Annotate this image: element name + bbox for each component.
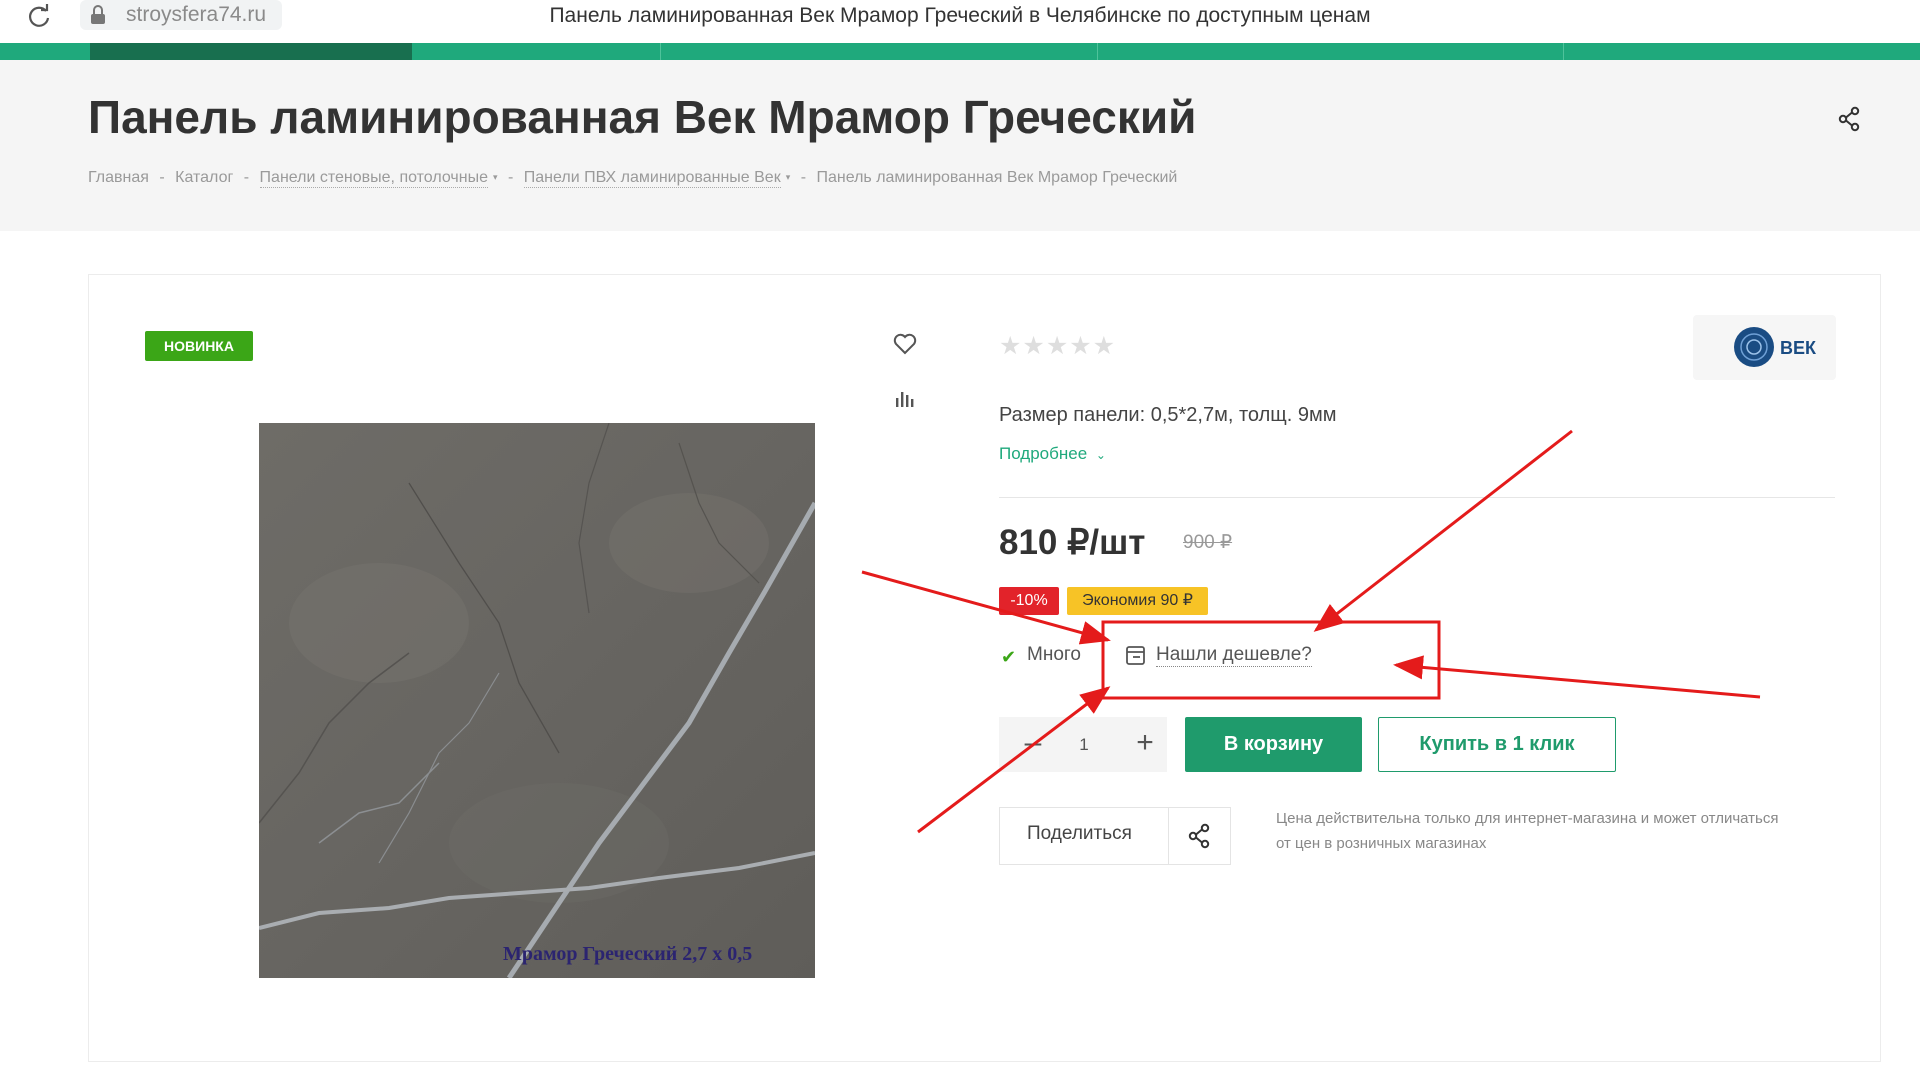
current-price: 810 ₽/шт [999, 523, 1146, 562]
add-to-cart-button[interactable]: В корзину [1185, 717, 1362, 772]
breadcrumb: Главная - Каталог - Панели стеновые, пот… [88, 169, 1177, 188]
divider [999, 497, 1835, 498]
share-label[interactable]: Поделиться [1027, 823, 1132, 845]
strip-divider [660, 43, 661, 60]
page-header [0, 60, 1920, 231]
caret-down-icon[interactable]: ▾ [786, 172, 791, 183]
breadcrumb-category[interactable]: Панели стеновые, потолочные [259, 169, 488, 188]
breadcrumb-current: Панель ламинированная Век Мрамор Греческ… [816, 169, 1178, 186]
browser-bar: stroysfera74.ru Панель ламинированная Ве… [0, 0, 1920, 43]
breadcrumb-separator: - [507, 169, 514, 186]
cheaper-icon[interactable] [1125, 645, 1146, 666]
share-icon[interactable] [1187, 823, 1211, 849]
check-icon: ✔ [1001, 647, 1017, 667]
heart-icon[interactable] [893, 333, 917, 355]
stock-status: Много [1027, 644, 1081, 665]
strip-divider [1563, 43, 1564, 60]
breadcrumb-separator: - [159, 169, 165, 186]
new-badge: НОВИНКА [145, 331, 253, 361]
brand-name: ВЕК [1780, 338, 1816, 358]
tab-title: Панель ламинированная Век Мрамор Греческ… [549, 4, 1371, 27]
breadcrumb-separator: - [243, 169, 250, 186]
quantity-decrement-button[interactable]: – [1011, 717, 1055, 772]
breadcrumb-subcategory[interactable]: Панели ПВХ ламинированные Век [523, 169, 781, 188]
share-divider [1168, 807, 1169, 865]
strip-divider [1097, 43, 1098, 60]
breadcrumb-separator: - [800, 169, 807, 186]
brand-logo-icon [1734, 327, 1774, 367]
caret-down-icon[interactable]: ▾ [493, 172, 498, 183]
chevron-down-icon[interactable]: ⌄ [1096, 448, 1106, 462]
economy-badge: Экономия 90 ₽ [1067, 587, 1208, 615]
more-details-label[interactable]: Подробнее [999, 444, 1087, 463]
buy-one-click-button[interactable]: Купить в 1 клик [1378, 717, 1616, 772]
quantity-increment-button[interactable]: + [1123, 717, 1167, 772]
old-price: 900 ₽ [1183, 532, 1233, 553]
page-title: Панель ламинированная Век Мрамор Греческ… [88, 91, 1197, 143]
more-details-link[interactable]: Подробнее ⌄ [999, 444, 1106, 464]
breadcrumb-home[interactable]: Главная [88, 169, 149, 187]
panel-size-text: Размер панели: 0,5*2,7м, толщ. 9мм [999, 404, 1337, 426]
quantity-input[interactable]: 1 [1059, 717, 1109, 772]
price-note: Цена действительна только для интернет-м… [1276, 810, 1779, 852]
breadcrumb-catalog[interactable]: Каталог [175, 169, 233, 187]
share-icon[interactable] [1837, 106, 1861, 132]
compare-icon[interactable] [894, 388, 916, 408]
image-caption: Мрамор Греческий 2,7 х 0,5 [503, 943, 752, 965]
product-image[interactable]: Мрамор Греческий 2,7 х 0,5 [259, 423, 815, 978]
discount-badge: -10% [999, 587, 1059, 615]
loading-progress [90, 43, 412, 60]
rating-stars[interactable]: ★★★★★ [999, 331, 1116, 361]
found-cheaper-link[interactable]: Нашли дешевле? [1156, 644, 1312, 667]
